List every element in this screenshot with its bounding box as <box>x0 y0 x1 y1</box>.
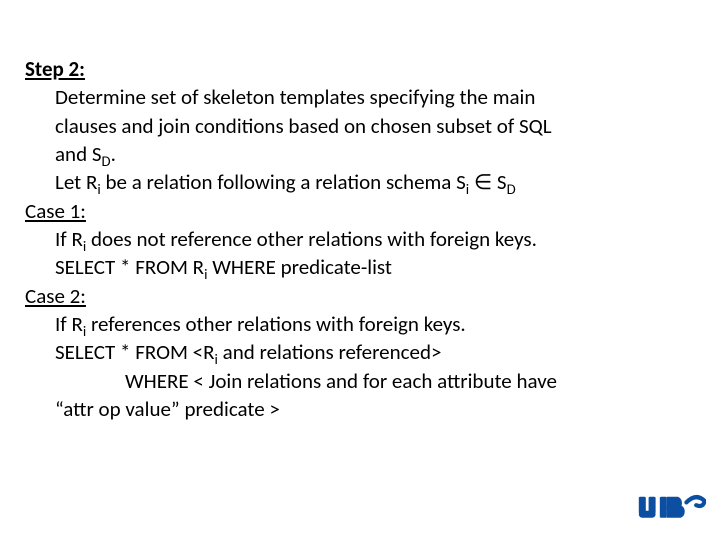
text: ∈ S <box>469 169 506 195</box>
case1-heading: Case 1: <box>25 197 695 225</box>
step-line-1c: and SD. <box>25 140 695 168</box>
case2-line-3: WHERE < Join relations and for each attr… <box>25 367 695 395</box>
step-heading: Step 2: <box>25 55 695 83</box>
slide-content: Step 2: Determine set of skeleton templa… <box>25 55 695 423</box>
text: and relations referenced> <box>218 339 442 365</box>
case1-line-2: SELECT * FROM Ri WHERE predicate-list <box>25 253 695 281</box>
text: SELECT * FROM R <box>55 254 204 280</box>
text: does not reference other relations with … <box>86 226 537 252</box>
text: Let R <box>55 169 97 195</box>
text: If R <box>55 226 83 252</box>
step-line-2: Let Ri be a relation following a relatio… <box>25 168 695 196</box>
text: . <box>111 141 116 167</box>
step-line-1a: Determine set of skeleton templates spec… <box>25 83 695 111</box>
text: be a relation following a relation schem… <box>101 169 466 195</box>
ub-logo <box>636 491 706 530</box>
slide: Step 2: Determine set of skeleton templa… <box>0 0 720 540</box>
case2-line-4: “attr op value” predicate > <box>25 395 695 423</box>
ub-logo-icon <box>636 491 706 525</box>
text: references other relations with foreign … <box>86 311 466 337</box>
text: SELECT * FROM <R <box>55 339 215 365</box>
text: If R <box>55 311 83 337</box>
subscript-d: D <box>507 181 516 199</box>
case2-line-2: SELECT * FROM <Ri and relations referenc… <box>25 338 695 366</box>
step-line-1b: clauses and join conditions based on cho… <box>25 112 695 140</box>
case2-line-1: If Ri references other relations with fo… <box>25 310 695 338</box>
case2-heading: Case 2: <box>25 282 695 310</box>
text: and S <box>55 141 102 167</box>
case1-line-1: If Ri does not reference other relations… <box>25 225 695 253</box>
text: WHERE predicate-list <box>207 254 391 280</box>
